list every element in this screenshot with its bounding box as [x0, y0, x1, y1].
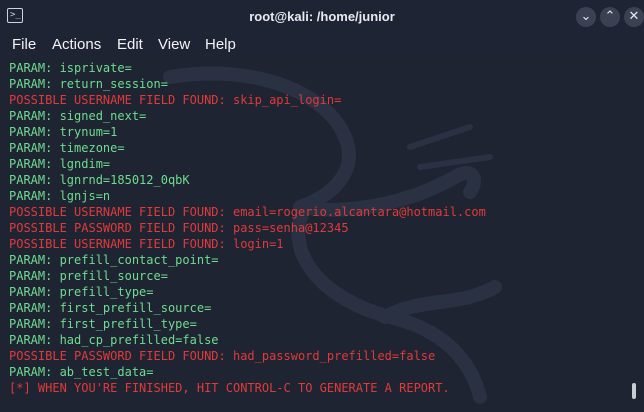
param-line: PARAM: prefill_type=	[9, 285, 154, 299]
close-button[interactable]: ✕	[624, 7, 644, 27]
param-line: PARAM: isprivate=	[9, 61, 132, 75]
title-bar: >_ root@kali: /home/junior ⌄ ⌃ ✕	[0, 0, 644, 33]
menu-edit[interactable]: Edit	[117, 35, 143, 55]
param-line: PARAM: timezone=	[9, 141, 125, 155]
alert-line: [*] WHEN YOU'RE FINISHED, HIT CONTROL-C …	[9, 381, 450, 395]
alert-line: POSSIBLE USERNAME FIELD FOUND: skip_api_…	[9, 93, 342, 107]
menu-file[interactable]: File	[12, 35, 36, 55]
alert-line: POSSIBLE USERNAME FIELD FOUND: login=1	[9, 237, 284, 251]
maximize-button[interactable]: ⌃	[600, 7, 620, 27]
param-line: PARAM: trynum=1	[9, 125, 118, 139]
alert-line: POSSIBLE USERNAME FIELD FOUND: email=rog…	[9, 205, 486, 219]
terminal-lines: PARAM: isprivate= PARAM: return_session= P…	[9, 60, 634, 396]
window-title: root@kali: /home/junior	[249, 9, 395, 24]
param-line: PARAM: ab_test_data=	[9, 365, 154, 379]
minimize-button[interactable]: ⌄	[576, 7, 596, 27]
param-line: PARAM: signed_next=	[9, 109, 147, 123]
menu-help[interactable]: Help	[205, 35, 236, 55]
param-line: PARAM: return_session=	[9, 77, 168, 91]
param-line: PARAM: first_prefill_source=	[9, 301, 212, 315]
alert-line: POSSIBLE PASSWORD FIELD FOUND: had_passw…	[9, 349, 436, 363]
param-line: PARAM: first_prefill_type=	[9, 317, 197, 331]
param-line: PARAM: had_cp_prefilled=false	[9, 333, 219, 347]
param-line: PARAM: lgnjs=n	[9, 189, 111, 203]
menu-actions[interactable]: Actions	[52, 35, 101, 55]
param-line: PARAM: prefill_source=	[9, 269, 168, 283]
menu-bar: File Actions Edit View Help	[0, 33, 644, 57]
menu-view[interactable]: View	[158, 35, 190, 55]
terminal-output[interactable]: PARAM: isprivate= PARAM: return_session= P…	[0, 57, 644, 412]
alert-line: POSSIBLE PASSWORD FIELD FOUND: pass=senh…	[9, 221, 349, 235]
param-line: PARAM: lgnrnd=185012_0qbK	[9, 173, 190, 187]
param-line: PARAM: lgndim=	[9, 157, 111, 171]
scrollbar-thumb[interactable]	[632, 383, 636, 399]
param-line: PARAM: prefill_contact_point=	[9, 253, 219, 267]
